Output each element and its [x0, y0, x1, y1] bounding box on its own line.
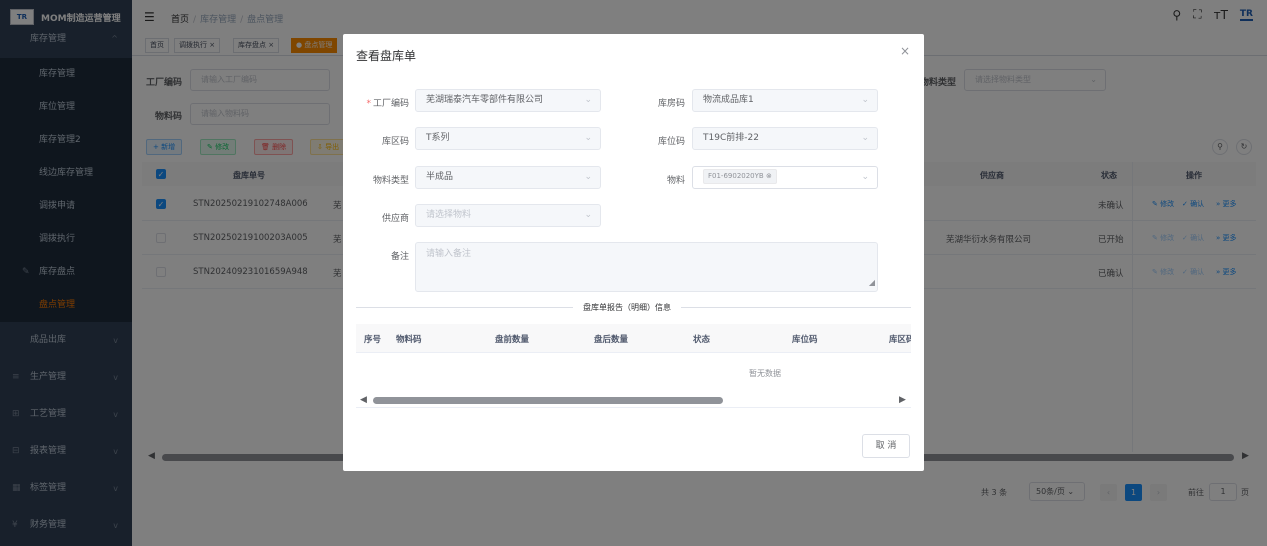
material-chip: F01-6902020YB ⊗	[703, 169, 777, 184]
required-mark: *	[366, 99, 371, 109]
chevron-down-icon: ⌄	[584, 172, 592, 182]
chevron-down-icon: ⌄	[861, 95, 869, 105]
detail-col-status: 状态	[693, 335, 711, 345]
select-value: 芜湖瑞泰汽车零部件有限公司	[426, 95, 544, 105]
close-circle-icon[interactable]: ⊗	[766, 172, 772, 180]
section-title: 盘库单报告（明细）信息	[573, 302, 681, 313]
material-type-select[interactable]: 半成品 ⌄	[415, 166, 601, 189]
empty-text: 暂无数据	[749, 369, 781, 378]
warehouse-select[interactable]: 物流成品库1 ⌄	[692, 89, 878, 112]
select-value: 物流成品库1	[703, 95, 754, 105]
select-value: 半成品	[426, 172, 454, 182]
warehouse-label: 库房码	[657, 99, 685, 109]
chevron-down-icon: ⌄	[584, 133, 592, 143]
factory-select[interactable]: 芜湖瑞泰汽车零部件有限公司 ⌄	[415, 89, 601, 112]
factory-label: * 工厂编码	[363, 96, 409, 109]
detail-col-location: 库位码	[792, 335, 818, 345]
stocktake-dialog: 查看盘库单 × * 工厂编码 芜湖瑞泰汽车零部件有限公司 ⌄ 库房码 物流成品库1 ⌄…	[343, 34, 924, 471]
label-text: 工厂编码	[372, 99, 409, 109]
textarea-placeholder: 请输入备注	[426, 249, 472, 259]
chevron-down-icon: ⌄	[584, 95, 592, 105]
chevron-down-icon: ⌄	[861, 133, 869, 143]
detail-col-before-qty: 盘前数量	[495, 335, 530, 345]
location-select[interactable]: T19C前排-22 ⌄	[692, 127, 878, 150]
cancel-button[interactable]: 取 消	[862, 434, 910, 458]
select-value: T19C前排-22	[703, 133, 759, 143]
detail-col-seq: 序号	[364, 335, 382, 345]
supplier-label: 供应商	[381, 214, 409, 224]
remark-label: 备注	[390, 252, 409, 262]
area-label: 库区码	[381, 137, 409, 147]
resize-handle-icon[interactable]: ◢	[869, 275, 875, 291]
section-title-text: 盘库单报告（明细）信息	[573, 303, 681, 312]
detail-col-area-clip: 库区码	[889, 333, 911, 345]
detail-col-after-qty: 盘后数量	[594, 335, 629, 345]
chip-label: F01-6902020YB	[708, 172, 764, 180]
chevron-down-icon: ⌄	[584, 210, 592, 220]
select-value: T系列	[426, 133, 450, 143]
scroll-left-icon[interactable]: ◀	[360, 395, 367, 405]
material-select[interactable]: F01-6902020YB ⊗ ⌄	[692, 166, 878, 189]
location-label: 库位码	[657, 137, 685, 147]
select-placeholder: 请选择物料	[426, 210, 472, 220]
chevron-down-icon: ⌄	[861, 172, 869, 182]
remark-textarea[interactable]: 请输入备注 ◢	[415, 242, 878, 292]
table-bottom-line	[356, 407, 911, 408]
area-select[interactable]: T系列 ⌄	[415, 127, 601, 150]
scroll-right-icon[interactable]: ▶	[899, 395, 906, 405]
detail-scrollbar[interactable]	[373, 397, 723, 404]
supplier-select[interactable]: 请选择物料 ⌄	[415, 204, 601, 227]
material-type-label: 物料类型	[372, 176, 409, 186]
detail-table-header	[356, 324, 911, 353]
close-icon[interactable]: ×	[900, 44, 910, 58]
material-label: 物料	[666, 176, 685, 186]
detail-col-material: 物料码	[396, 335, 422, 345]
detail-col-area: 库区码	[889, 335, 911, 345]
dialog-title: 查看盘库单	[356, 49, 417, 63]
